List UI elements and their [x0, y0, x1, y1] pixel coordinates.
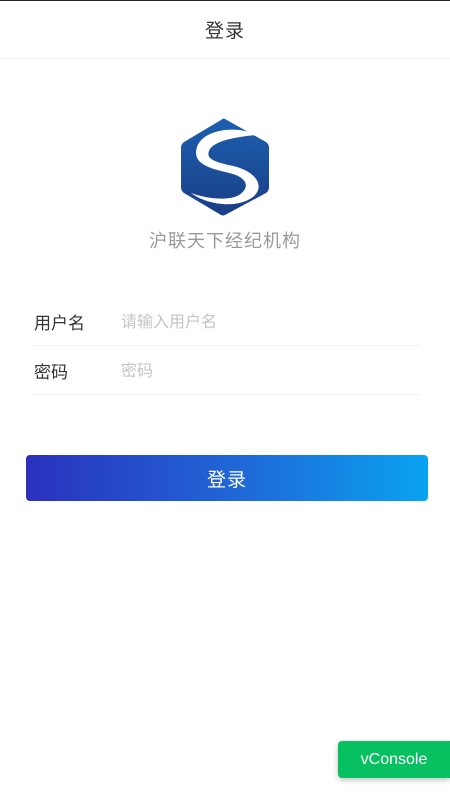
password-input[interactable] — [121, 355, 420, 385]
password-row: 密码 — [34, 346, 420, 395]
username-label: 用户名 — [34, 313, 85, 334]
username-input[interactable] — [121, 306, 420, 336]
login-form: 用户名 密码 — [34, 297, 420, 395]
organization-name: 沪联天下经纪机构 — [149, 231, 301, 252]
navbar: 登录 — [0, 1, 450, 59]
username-row: 用户名 — [34, 297, 420, 346]
password-label: 密码 — [34, 362, 68, 383]
login-page: 登录 沪联天下经纪机构 用户名 密码 登录 vConsole — [0, 0, 450, 800]
vconsole-button[interactable]: vConsole — [338, 741, 450, 778]
hexagon-s-logo-icon — [181, 118, 269, 216]
login-button[interactable]: 登录 — [26, 455, 428, 501]
logo-container — [0, 117, 450, 221]
page-title: 登录 — [204, 20, 245, 42]
